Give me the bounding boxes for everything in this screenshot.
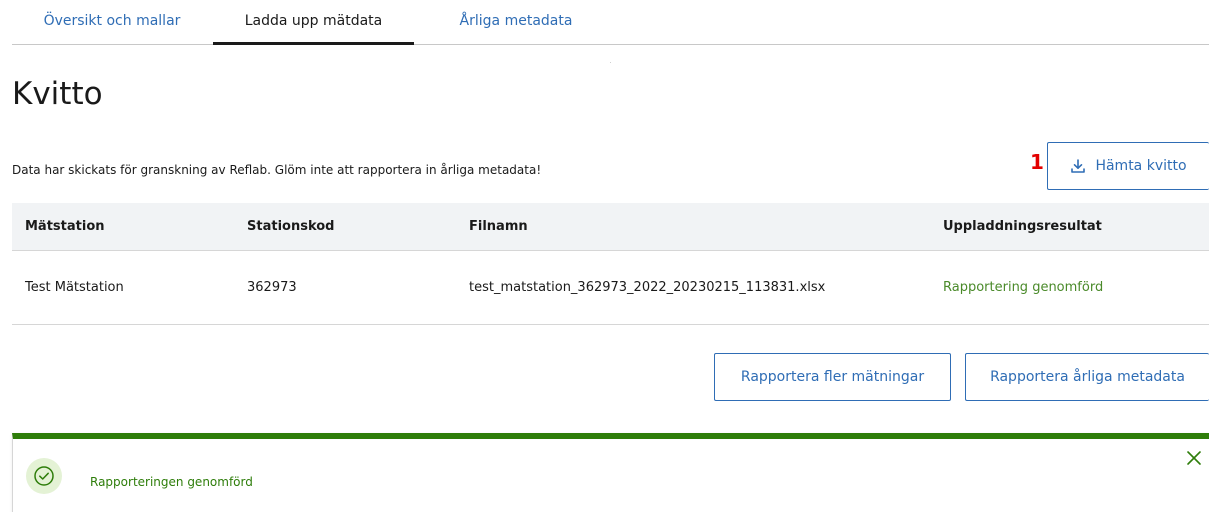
table-header-row: Mätstation Stationskod Filnamn Uppladdni…	[12, 203, 1209, 251]
report-annual-metadata-button[interactable]: Rapportera årliga metadata	[965, 353, 1209, 401]
cell-upload-result: Rapportering genomförd	[930, 250, 1209, 325]
download-icon	[1071, 159, 1086, 173]
cell-station: Test Mätstation	[12, 250, 234, 325]
cell-filename: test_matstation_362973_2022_20230215_113…	[456, 250, 930, 325]
check-circle-icon	[26, 458, 62, 494]
report-more-measurements-button[interactable]: Rapportera fler mätningar	[714, 353, 951, 401]
toast-message: Rapporteringen genomförd	[90, 475, 253, 489]
upload-results-table: Mätstation Stationskod Filnamn Uppladdni…	[12, 203, 1209, 325]
info-message: Data har skickats för granskning av Refl…	[12, 163, 542, 177]
divider-dot	[610, 62, 611, 63]
column-header-filename: Filnamn	[456, 203, 930, 251]
success-toast: Rapporteringen genomförd	[12, 433, 1209, 512]
column-header-upload-result: Uppladdningsresultat	[930, 203, 1209, 251]
column-header-station: Mätstation	[12, 203, 234, 251]
table-row: Test Mätstation 362973 test_matstation_3…	[12, 250, 1209, 325]
tab-annual-metadata[interactable]: Årliga metadata	[436, 0, 596, 45]
cell-station-code: 362973	[234, 250, 456, 325]
download-receipt-label: Hämta kvitto	[1095, 158, 1187, 174]
tab-bar: Översikt och mallar Ladda upp mätdata År…	[12, 0, 1209, 45]
column-header-station-code: Stationskod	[234, 203, 456, 251]
close-icon[interactable]	[1183, 447, 1205, 469]
page-title: Kvitto	[12, 76, 103, 112]
download-receipt-button[interactable]: Hämta kvitto	[1047, 142, 1209, 190]
tab-upload-measurements[interactable]: Ladda upp mätdata	[213, 0, 414, 45]
step-marker: 1	[1030, 150, 1044, 174]
tab-overview-templates[interactable]: Översikt och mallar	[32, 0, 192, 45]
